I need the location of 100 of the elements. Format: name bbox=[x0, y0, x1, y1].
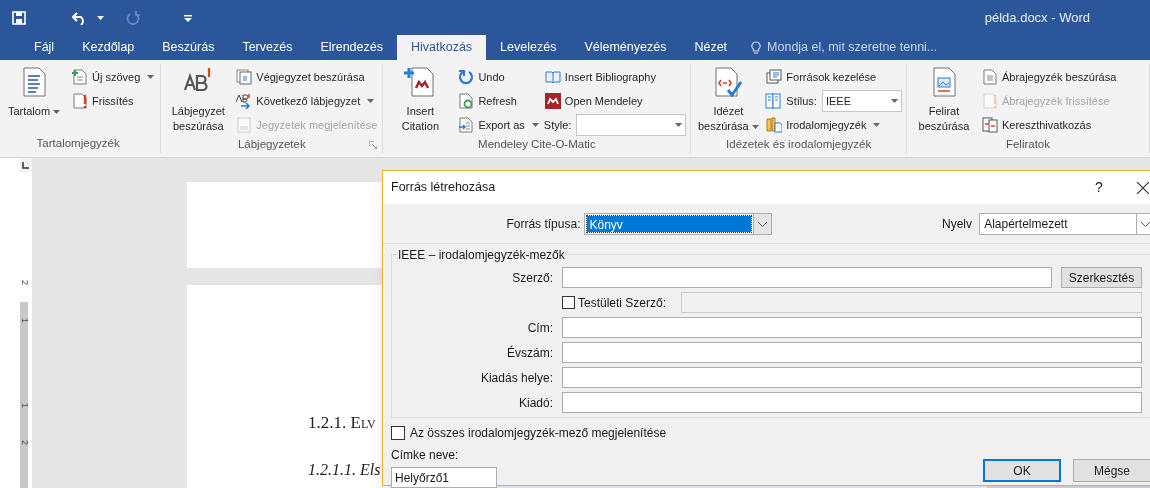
checkbox-label: Az összes irodalomjegyzék-mező megjelenítése bbox=[410, 425, 667, 442]
ribbon-tab[interactable]: Nézet bbox=[680, 35, 742, 60]
text-field[interactable] bbox=[562, 392, 1142, 413]
style-icon bbox=[765, 93, 782, 109]
ribbon-button[interactable]: Felirat beszúrása bbox=[910, 64, 977, 134]
dialog-launcher-button[interactable] bbox=[368, 140, 379, 150]
field-label: Forrás típusa: bbox=[505, 216, 582, 233]
text-field[interactable] bbox=[562, 367, 1142, 388]
ruler-number: 2 bbox=[20, 280, 29, 285]
bibliography-icon bbox=[766, 117, 783, 133]
ribbon-button[interactable]: Idézet beszúrása bbox=[695, 64, 762, 134]
ribbon-button[interactable]: Új szöveg bbox=[71, 66, 156, 88]
ribbon-button[interactable]: Insert Bibliography bbox=[543, 66, 687, 88]
export-icon bbox=[458, 117, 475, 133]
ribbon-button[interactable]: Végjegyzet beszúrása bbox=[235, 66, 379, 88]
field-label: Évszám: bbox=[506, 344, 554, 362]
ribbon-tab[interactable]: Levelezés bbox=[486, 35, 571, 60]
checkbox-label: Testületi Szerző: bbox=[578, 294, 668, 312]
ribbon-tab[interactable]: Hivatkozás bbox=[396, 35, 487, 60]
ribbon-button[interactable]: Irodalomjegyzék bbox=[765, 114, 902, 136]
new-text-icon bbox=[72, 69, 88, 85]
style-dropdown[interactable] bbox=[576, 114, 687, 136]
caret-icon bbox=[367, 99, 375, 103]
edit-button[interactable]: Szerkesztés bbox=[1061, 267, 1142, 288]
group-label: Feliratok bbox=[1005, 137, 1050, 152]
source-type-dropdown[interactable]: Könyv bbox=[584, 213, 773, 235]
save-icon bbox=[12, 10, 26, 25]
caret-icon bbox=[873, 123, 881, 127]
document-heading: 1.2.1.1. Els bbox=[308, 459, 381, 480]
group-label: Lábjegyzetek bbox=[237, 137, 306, 152]
customize-icon bbox=[184, 13, 192, 22]
refresh-icon bbox=[458, 93, 475, 109]
ribbon-tab[interactable]: Tervezés bbox=[228, 35, 307, 60]
checkbox[interactable] bbox=[391, 426, 405, 440]
group-label: Tartalomjegyzék bbox=[36, 135, 120, 151]
ribbon-button[interactable]: Kereszthivatkozás bbox=[980, 114, 1118, 136]
ribbon-button[interactable]: Open Mendeley bbox=[543, 90, 687, 112]
ribbon-button[interactable]: Következő lábjegyzet bbox=[235, 90, 379, 112]
field-label: Címke neve: bbox=[391, 447, 460, 464]
ribbon-button[interactable]: Insert Citation bbox=[387, 64, 454, 134]
ruler-number: 2 bbox=[20, 440, 29, 445]
text-field[interactable] bbox=[562, 317, 1142, 338]
chevron-down-icon bbox=[758, 221, 768, 227]
citation-check-icon bbox=[712, 66, 745, 98]
text-field[interactable] bbox=[562, 342, 1142, 363]
ribbon-tab[interactable]: Kezdőlap bbox=[68, 35, 149, 60]
ribbon-button[interactable]: Refresh bbox=[457, 90, 540, 112]
update-icon bbox=[72, 93, 88, 109]
group-label: Mendeley Cite-O-Matic bbox=[478, 137, 596, 152]
ribbon-button[interactable]: Ábrajegyzék beszúrása bbox=[980, 66, 1118, 88]
ribbon-button[interactable]: Források kezelése bbox=[765, 66, 902, 88]
ribbon-tab[interactable]: Fájl bbox=[20, 35, 69, 60]
help-button[interactable]: ? bbox=[1089, 177, 1109, 198]
ribbon-button[interactable]: Undo bbox=[457, 66, 540, 88]
dialog-button[interactable]: Mégse bbox=[1073, 459, 1150, 482]
ribbon-button[interactable]: Frissítés bbox=[71, 90, 156, 112]
close-icon bbox=[1137, 181, 1149, 194]
style-label: Style: bbox=[543, 117, 572, 133]
checkbox[interactable] bbox=[562, 296, 575, 309]
ruler-number: 1 bbox=[20, 318, 29, 323]
ribbon-tab[interactable]: Beszúrás bbox=[148, 35, 229, 60]
caret-icon bbox=[147, 75, 155, 79]
dialog-button[interactable]: OK bbox=[983, 459, 1061, 482]
ribbon-tab[interactable]: Véleményezés bbox=[570, 35, 681, 60]
language-dropdown[interactable]: Alapértelmezett bbox=[979, 213, 1150, 235]
tag-name-field[interactable]: Helyőrző1 bbox=[391, 467, 497, 488]
tell-me-field[interactable]: Mondja el, mit szeretne tenni... bbox=[751, 35, 968, 60]
undo-icon bbox=[458, 69, 475, 85]
ribbon-button[interactable]: Tartalom bbox=[1, 64, 67, 119]
citation-document-icon bbox=[404, 66, 437, 98]
ribbon-tab[interactable]: Elrendezés bbox=[306, 35, 397, 60]
ruler-number: 1 bbox=[20, 403, 29, 408]
manage-sources-icon bbox=[766, 69, 783, 85]
field-label: Kiadó: bbox=[517, 394, 554, 412]
book-icon bbox=[544, 69, 561, 85]
next-footnote-icon bbox=[236, 93, 253, 109]
caret-icon bbox=[53, 110, 61, 115]
endnote-icon bbox=[236, 69, 253, 85]
caret-icon bbox=[531, 123, 539, 127]
mendeley-logo-icon bbox=[544, 93, 561, 109]
dialog-title: Forrás létrehozása bbox=[391, 179, 497, 197]
field-label: Szerző: bbox=[511, 269, 554, 287]
ribbon-button[interactable]: Export as bbox=[457, 114, 540, 136]
cross-reference-icon bbox=[981, 117, 998, 133]
field-label: Nyelv bbox=[942, 216, 974, 233]
group-label: Idézetek és irodalomjegyzék bbox=[726, 137, 872, 152]
launcher-icon bbox=[369, 141, 378, 149]
caret-icon bbox=[751, 125, 759, 130]
redo-icon bbox=[126, 10, 140, 25]
text-field[interactable] bbox=[562, 267, 1052, 288]
ribbon-button[interactable]: Lábjegyzet beszúrása bbox=[165, 64, 232, 134]
style-label: Stílus: bbox=[786, 93, 817, 109]
field-label: Cím: bbox=[526, 319, 554, 337]
caret-icon bbox=[97, 15, 104, 20]
field-label: Kiadás helye: bbox=[479, 369, 554, 387]
show-notes-icon bbox=[236, 117, 253, 133]
lightbulb-icon bbox=[751, 40, 762, 55]
update-table-icon bbox=[981, 93, 998, 109]
style-dropdown[interactable]: IEEE bbox=[821, 90, 902, 112]
window-title: példa.docx - Word bbox=[984, 8, 1091, 27]
